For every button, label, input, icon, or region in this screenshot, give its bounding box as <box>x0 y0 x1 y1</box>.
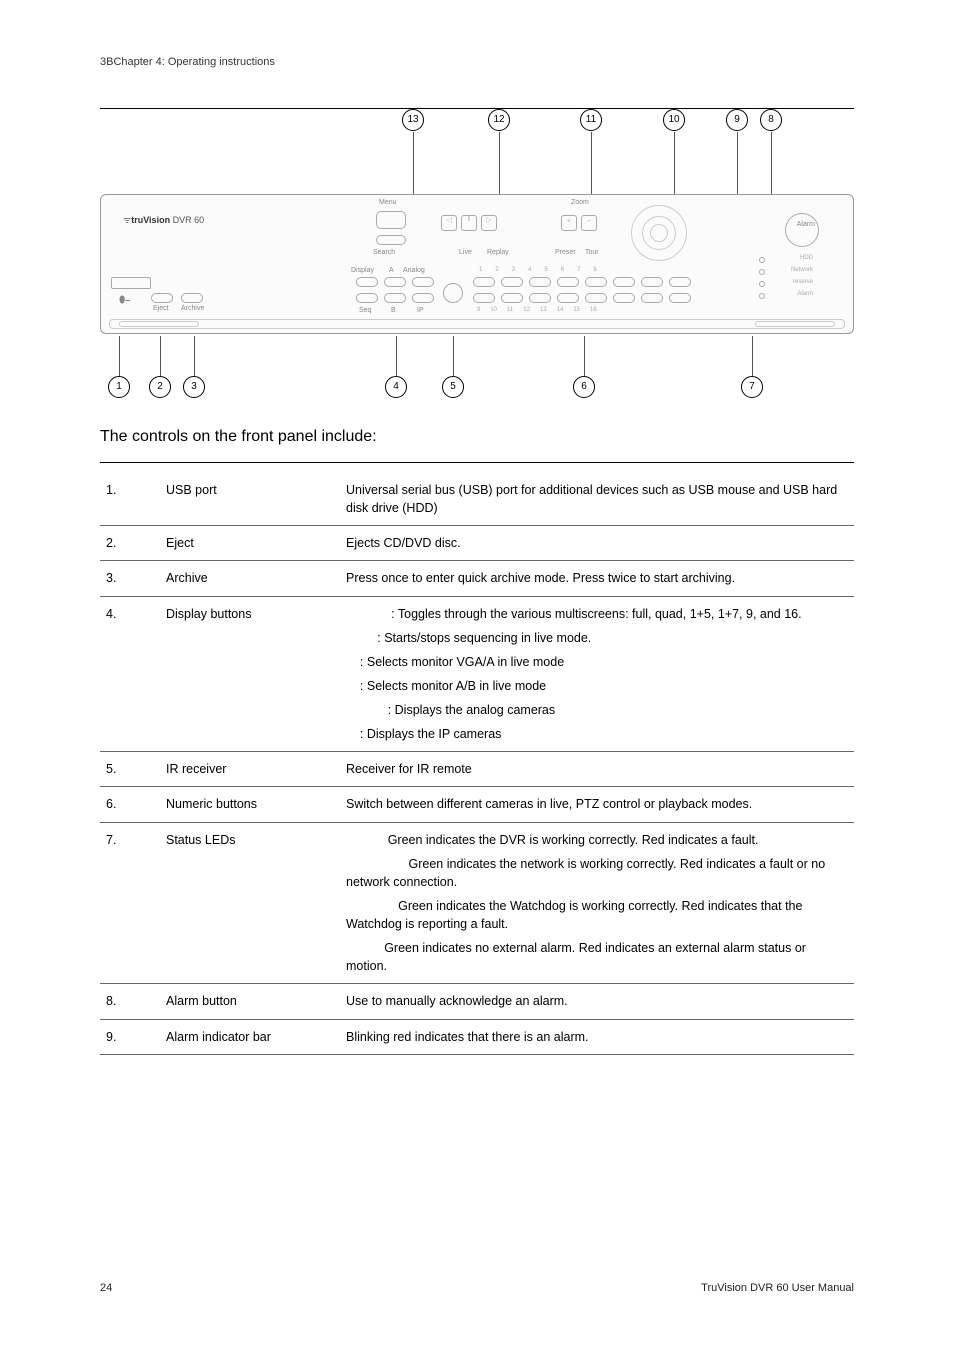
brand-label: ᯤtruVision DVR 60 <box>123 213 204 226</box>
table-row: 7.Status LEDs Green indicates the DVR is… <box>100 822 854 984</box>
lbl-tour: Tour <box>585 249 599 256</box>
usb-icon: ⬮⎯ <box>119 295 130 306</box>
page-header: 3BChapter 4: Operating instructions <box>100 56 854 68</box>
doc-title: TruVision DVR 60 User Manual <box>701 1282 854 1294</box>
callout-3: 3 <box>183 376 205 398</box>
callout-9: 9 <box>726 109 748 131</box>
lbl-alarm: Alarm <box>797 221 815 228</box>
callout-4: 4 <box>385 376 407 398</box>
callout-13: 13 <box>402 109 424 131</box>
lbl-a: A <box>389 267 394 274</box>
lbl-seq: Seq <box>359 307 371 314</box>
table-row: 2.EjectEjects CD/DVD disc. <box>100 526 854 561</box>
lbl-eject: Eject <box>153 305 169 312</box>
front-panel-diagram: 13 12 11 10 9 8 ᯤtruVision DVR 60 ⬮⎯ Eje… <box>100 108 854 398</box>
callout-8: 8 <box>760 109 782 131</box>
table-row: 1.USB portUniversal serial bus (USB) por… <box>100 473 854 526</box>
table-row: 5.IR receiverReceiver for IR remote <box>100 752 854 787</box>
lbl-menu: Menu <box>379 199 397 206</box>
lbl-analog: Analog <box>403 267 425 274</box>
table-row: 4.Display buttons : Toggles through the … <box>100 596 854 752</box>
intro-text: The controls on the front panel include: <box>100 428 854 446</box>
table-row: 8.Alarm buttonUse to manually acknowledg… <box>100 984 854 1019</box>
table-row: 3.ArchivePress once to enter quick archi… <box>100 561 854 596</box>
table-row: 9.Alarm indicator barBlinking red indica… <box>100 1019 854 1054</box>
lbl-preset: Preset <box>555 249 575 256</box>
callout-2: 2 <box>149 376 171 398</box>
table-row: 6.Numeric buttonsSwitch between differen… <box>100 787 854 822</box>
page-number: 24 <box>100 1282 112 1294</box>
callout-10: 10 <box>663 109 685 131</box>
callout-11: 11 <box>580 109 602 131</box>
lbl-archive: Archive <box>181 305 204 312</box>
lbl-zoom: Zoom <box>571 199 589 206</box>
controls-table: 1.USB portUniversal serial bus (USB) por… <box>100 463 854 1055</box>
lbl-b: B <box>391 307 396 314</box>
callout-1: 1 <box>108 376 130 398</box>
lbl-search: Search <box>373 249 395 256</box>
page-footer: 24 TruVision DVR 60 User Manual <box>100 1282 854 1294</box>
lbl-replay: Replay <box>487 249 509 256</box>
callout-6: 6 <box>573 376 595 398</box>
callout-12: 12 <box>488 109 510 131</box>
lbl-live: Live <box>459 249 472 256</box>
callout-7: 7 <box>741 376 763 398</box>
lbl-ip: IP <box>417 307 424 314</box>
lbl-display: Display <box>351 267 374 274</box>
callout-5: 5 <box>442 376 464 398</box>
